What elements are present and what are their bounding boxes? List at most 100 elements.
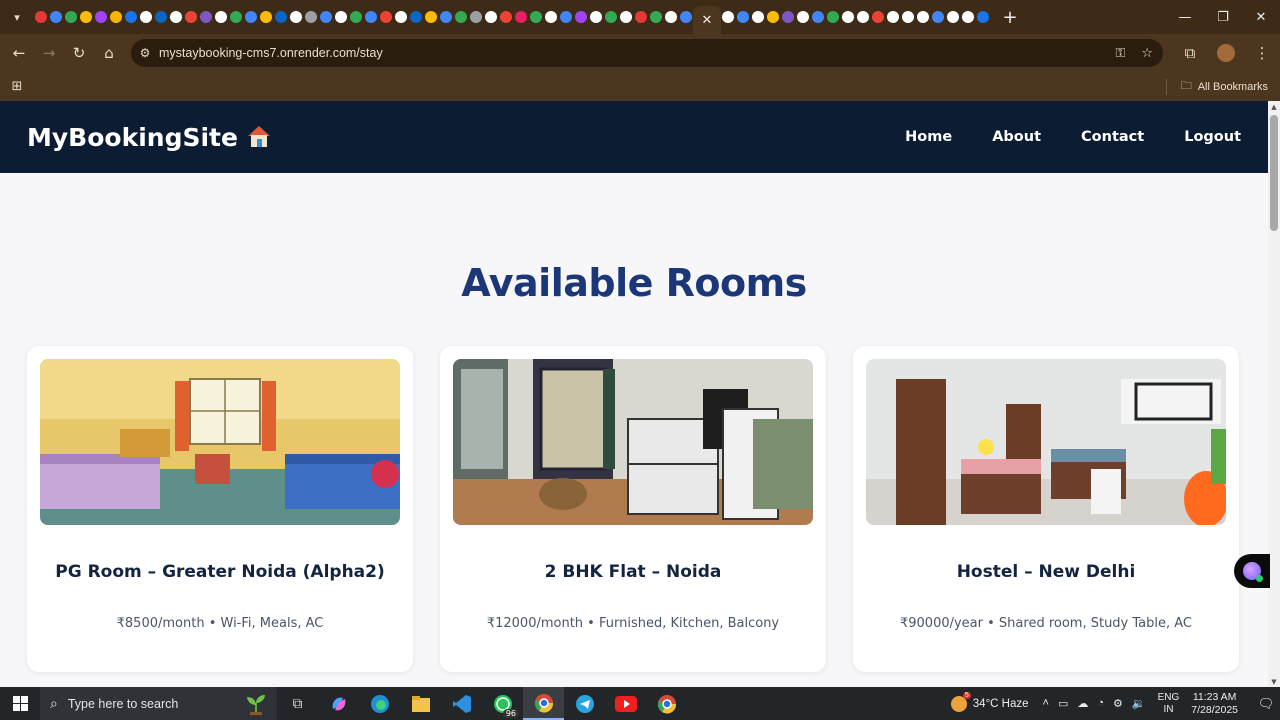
notifications-icon[interactable]: 🗨 (1252, 696, 1280, 712)
nav-home-link[interactable]: Home (905, 129, 952, 145)
tab-favicon-icon[interactable] (455, 11, 467, 23)
room-title[interactable]: 2 BHK Flat – Noida (440, 562, 826, 582)
file-explorer-icon[interactable] (400, 687, 441, 720)
room-title[interactable]: Hostel – New Delhi (853, 562, 1239, 582)
copilot-icon[interactable] (318, 687, 359, 720)
apps-grid-icon[interactable]: ⊞ (0, 79, 34, 94)
tab-favicon-icon[interactable] (485, 11, 497, 23)
tab-favicon-icon[interactable] (947, 11, 959, 23)
tab-favicon-icon[interactable] (962, 11, 974, 23)
tab-favicon-icon[interactable] (305, 11, 317, 23)
bookmark-star-icon[interactable]: ☆ (1141, 46, 1153, 61)
tab-favicon-icon[interactable] (215, 11, 227, 23)
tab-favicon-icon[interactable] (425, 11, 437, 23)
tab-favicon-icon[interactable] (155, 11, 167, 23)
tab-favicon-icon[interactable] (872, 11, 884, 23)
tab-favicon-icon[interactable] (290, 11, 302, 23)
tab-favicon-icon[interactable] (917, 11, 929, 23)
tab-favicon-icon[interactable] (350, 11, 362, 23)
tab-search-icon[interactable]: ▾ (0, 0, 34, 34)
tab-favicon-icon[interactable] (200, 11, 212, 23)
tab-favicon-icon[interactable] (395, 11, 407, 23)
tab-favicon-icon[interactable] (827, 11, 839, 23)
tab-favicon-icon[interactable] (335, 11, 347, 23)
language-indicator[interactable]: ENG IN (1158, 692, 1180, 716)
nav-about-link[interactable]: About (992, 129, 1041, 145)
tab-favicon-icon[interactable] (545, 11, 557, 23)
tab-favicon-icon[interactable] (902, 11, 914, 23)
tab-favicon-icon[interactable] (782, 11, 794, 23)
tab-favicon-icon[interactable] (80, 11, 92, 23)
tab-favicon-icon[interactable] (530, 11, 542, 23)
weather-widget[interactable]: 5 34°C Haze (950, 691, 1029, 712)
telegram-icon[interactable] (564, 687, 605, 720)
tab-favicon-icon[interactable] (620, 11, 632, 23)
scrollbar-thumb[interactable] (1270, 115, 1278, 231)
chrome-icon[interactable] (523, 687, 564, 720)
password-key-icon[interactable]: ⚿ (1115, 46, 1125, 61)
address-url[interactable]: mystaybooking-cms7.onrender.com/stay (159, 46, 383, 60)
tab-favicon-icon[interactable] (140, 11, 152, 23)
profile-avatar[interactable] (1208, 38, 1244, 68)
tab-favicon-icon[interactable] (857, 11, 869, 23)
tab-favicon-icon[interactable] (977, 11, 989, 23)
tab-favicon-icon[interactable] (185, 11, 197, 23)
tab-favicon-icon[interactable] (635, 11, 647, 23)
tab-favicon-icon[interactable] (752, 11, 764, 23)
tab-favicon-icon[interactable] (260, 11, 272, 23)
extensions-icon[interactable]: ⧉ (1172, 38, 1208, 68)
taskbar-search[interactable]: ⌕ Type here to search (40, 687, 277, 720)
clock[interactable]: 11:23 AM 7/28/2025 (1191, 691, 1238, 717)
tab-favicon-icon[interactable] (590, 11, 602, 23)
browser-menu-icon[interactable]: ⋮ (1244, 38, 1280, 68)
tab-favicon-icon[interactable] (125, 11, 137, 23)
tab-favicon-icon[interactable] (767, 11, 779, 23)
chevron-up-icon[interactable]: ˄ (1043, 697, 1049, 710)
tab-favicon-icon[interactable] (575, 11, 587, 23)
room-card[interactable]: Hostel – New Delhi ₹90000/year • Shared … (853, 346, 1239, 672)
edge-icon[interactable] (359, 687, 400, 720)
tab-favicon-icon[interactable] (932, 11, 944, 23)
meet-now-icon[interactable]: ⚙ (1113, 697, 1123, 710)
room-card[interactable]: 2 BHK Flat – Noida ₹12000/month • Furnis… (440, 346, 826, 672)
tab-favicon-icon[interactable] (500, 11, 512, 23)
tab-favicon-icon[interactable] (275, 11, 287, 23)
all-bookmarks-link[interactable]: All Bookmarks (1198, 81, 1268, 93)
back-button[interactable]: ← (4, 38, 34, 68)
tab-favicon-icon[interactable] (680, 11, 692, 23)
tab-favicon-icon[interactable] (365, 11, 377, 23)
pinned-tabs[interactable] (34, 0, 693, 34)
whatsapp-icon[interactable]: 96 (482, 687, 523, 720)
tab-favicon-icon[interactable] (245, 11, 257, 23)
assistant-floating-button[interactable] (1234, 554, 1270, 588)
room-title[interactable]: PG Room – Greater Noida (Alpha2) (27, 562, 413, 582)
page-scrollbar[interactable]: ▲ ▼ (1268, 101, 1280, 687)
tab-favicon-icon[interactable] (605, 11, 617, 23)
site-info-icon[interactable]: ⚙ (131, 46, 159, 60)
start-button[interactable] (0, 687, 40, 720)
tab-favicon-icon[interactable] (887, 11, 899, 23)
active-tab[interactable]: ✕ (693, 6, 721, 34)
home-button[interactable]: ⌂ (94, 38, 124, 68)
onedrive-icon[interactable]: ☁ (1077, 697, 1088, 710)
scroll-down-icon[interactable]: ▼ (1270, 678, 1278, 686)
room-card[interactable]: PG Room – Greater Noida (Alpha2) ₹8500/m… (27, 346, 413, 672)
tab-close-icon[interactable]: ✕ (702, 13, 713, 28)
tab-favicon-icon[interactable] (737, 11, 749, 23)
tab-favicon-icon[interactable] (380, 11, 392, 23)
reload-button[interactable]: ↻ (64, 38, 94, 68)
youtube-icon[interactable] (605, 687, 646, 720)
tab-favicon-icon[interactable] (230, 11, 242, 23)
tab-favicon-icon[interactable] (65, 11, 77, 23)
more-tabs[interactable] (721, 0, 990, 34)
close-window-button[interactable]: ✕ (1242, 0, 1280, 34)
vscode-icon[interactable] (441, 687, 482, 720)
task-view-icon[interactable]: ⧉ (277, 687, 318, 720)
new-tab-button[interactable]: + (1000, 7, 1020, 28)
tab-favicon-icon[interactable] (650, 11, 662, 23)
tab-favicon-icon[interactable] (722, 11, 734, 23)
tab-favicon-icon[interactable] (110, 11, 122, 23)
nav-logout-link[interactable]: Logout (1184, 129, 1241, 145)
tab-favicon-icon[interactable] (35, 11, 47, 23)
scroll-up-icon[interactable]: ▲ (1270, 103, 1278, 111)
